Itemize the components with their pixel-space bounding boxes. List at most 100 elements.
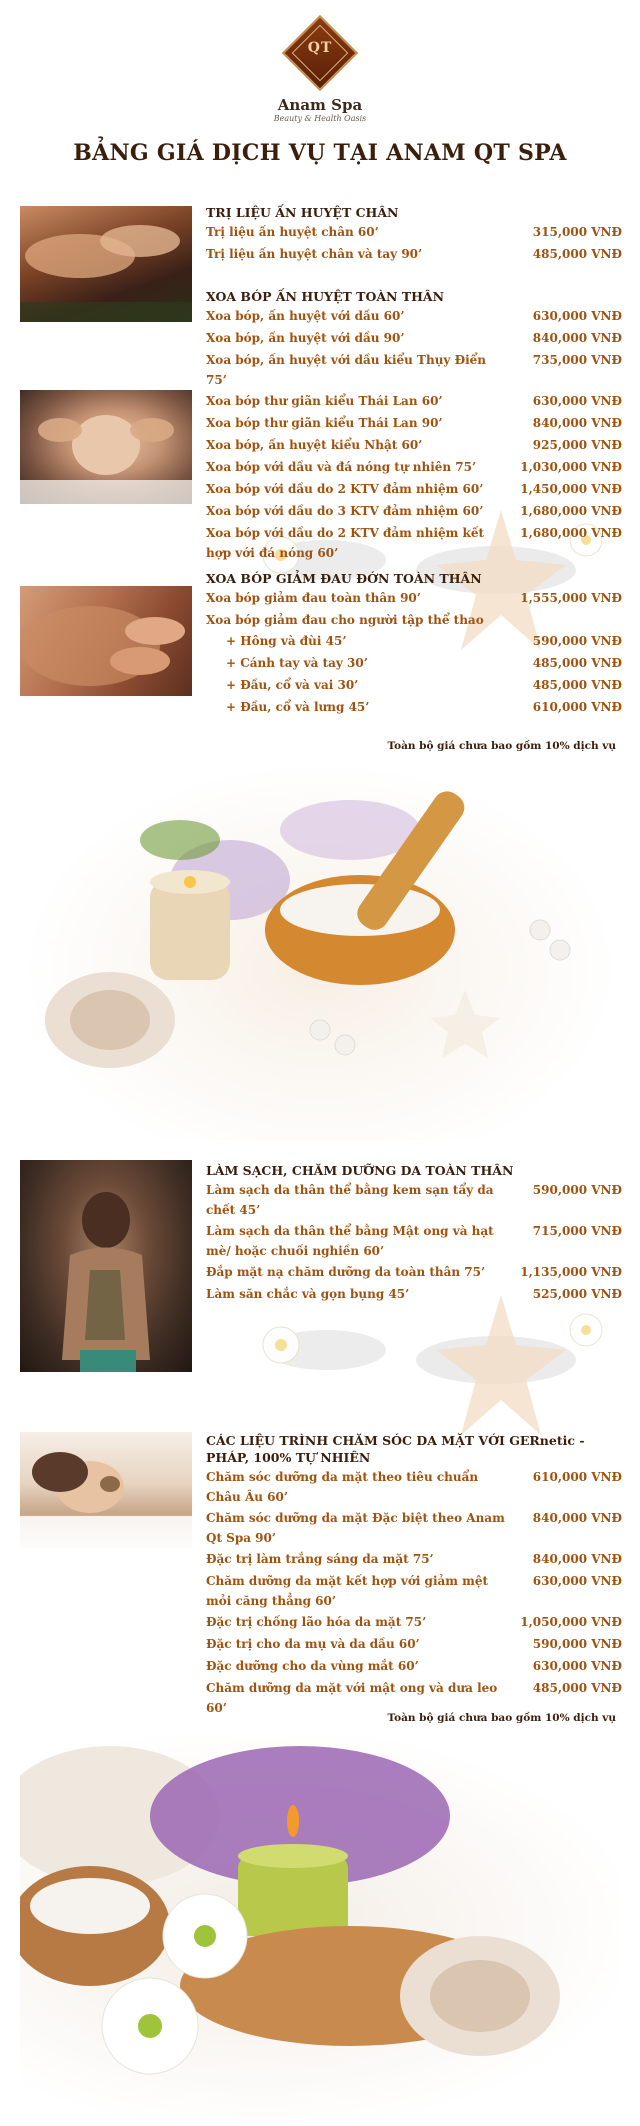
service-price: 840,000 VNĐ — [532, 1552, 622, 1566]
service-name: Xoa bóp, ấn huyệt với dầu 90’ — [206, 331, 405, 345]
service-price: 590,000 VNĐ — [532, 1183, 622, 1197]
price-row: Đắp mặt nạ chăm dưỡng da toàn thân 75’ 1,… — [206, 1261, 622, 1283]
service-price: 1,680,000 VNĐ — [520, 504, 622, 518]
service-price: 1,135,000 VNĐ — [520, 1265, 622, 1279]
service-name: Xoa bóp, ấn huyệt với dầu kiểu Thụy Điển… — [206, 353, 486, 387]
section-title: LÀM SẠCH, CHĂM DƯỠNG DA TOÀN THÂN — [206, 1163, 514, 1178]
brand-tagline: Beauty & Health Oasis — [273, 114, 367, 123]
section-facial-treatments: CÁC LIỆU TRÌNH CHĂM SÓC DA MẶT VỚI GERne… — [206, 1432, 622, 1718]
spa-still-life-photo-2 — [0, 1736, 620, 2122]
price-row: Làm sạch da thân thể bằng kem sạn tẩy da… — [206, 1179, 622, 1220]
service-name: Đặc trị làm trắng sáng da mặt 75’ — [206, 1552, 434, 1566]
service-name: Đặc trị cho da mụ và da dầu 60’ — [206, 1637, 420, 1651]
foot-massage-illustration — [20, 225, 192, 322]
body-scrub-photo — [20, 1160, 192, 1372]
price-row: Làm săn chắc và gọn bụng 45’ 525,000 VNĐ — [206, 1283, 622, 1305]
logo-text: QT — [307, 40, 333, 56]
service-name: Chăm dưỡng da mặt kết hợp với giảm mệt m… — [206, 1574, 489, 1608]
service-price: 1,555,000 VNĐ — [520, 591, 622, 605]
facial-care-photo — [20, 1432, 192, 1548]
face-massage-illustration — [20, 415, 192, 504]
service-price: 840,000 VNĐ — [532, 416, 622, 430]
brand-name: Anam Spa — [277, 96, 363, 114]
service-name: Chăm sóc dưỡng da mặt Đặc biệt theo Anam… — [206, 1511, 505, 1545]
body-scrub-illustration — [62, 1192, 150, 1372]
section-full-body-massage: XOA BÓP ẤN HUYỆT TOÀN THÂN Xoa bóp, ấn h… — [206, 288, 622, 563]
price-row: Chăm dưỡng da mặt kết hợp với giảm mệt m… — [206, 1570, 622, 1611]
service-name: Đặc trị chống lão hóa da mặt 75’ — [206, 1615, 427, 1629]
service-price: 485,000 VNĐ — [532, 1681, 622, 1695]
service-name: + Đầu, cổ và vai 30’ — [226, 678, 359, 692]
price-row: Xoa bóp giảm đau cho người tập thể thao — [206, 609, 622, 630]
service-price: 610,000 VNĐ — [532, 1470, 622, 1484]
price-row: Trị liệu ấn huyệt chân 60’ 315,000 VNĐ — [206, 221, 622, 243]
section-pain-relief-massage: XOA BÓP GIẢM ĐAU ĐỚN TOÀN THÂN Xoa bóp g… — [206, 570, 622, 718]
service-price: 485,000 VNĐ — [532, 247, 622, 261]
section-body-skin-care: LÀM SẠCH, CHĂM DƯỠNG DA TOÀN THÂN Làm sạ… — [206, 1162, 622, 1305]
service-name: Xoa bóp thư giãn kiểu Thái Lan 60’ — [206, 394, 443, 408]
service-price: 840,000 VNĐ — [532, 1511, 622, 1525]
face-massage-photo — [20, 390, 192, 504]
price-row: Xoa bóp với dầu và đá nóng tự nhiên 75’ 1… — [206, 456, 622, 478]
service-price: 315,000 VNĐ — [532, 225, 622, 239]
service-price: 715,000 VNĐ — [532, 1224, 622, 1238]
price-row: Xoa bóp với dầu do 3 KTV đảm nhiệm 60’ 1,… — [206, 500, 622, 522]
back-massage-illustration — [20, 606, 185, 686]
price-row: Đặc trị cho da mụ và da dầu 60’ 590,000 V… — [206, 1633, 622, 1655]
service-price: 590,000 VNĐ — [532, 634, 622, 648]
price-row: Xoa bóp thư giãn kiểu Thái Lan 90’ 840,00… — [206, 412, 622, 434]
service-name: Xoa bóp giảm đau cho người tập thể thao — [206, 613, 484, 627]
price-row: Đặc dưỡng cho da vùng mắt 60’ 630,000 VNĐ — [206, 1655, 622, 1677]
back-massage-photo — [20, 586, 192, 696]
service-name: Trị liệu ấn huyệt chân và tay 90’ — [206, 247, 423, 261]
service-price: 1,030,000 VNĐ — [520, 460, 622, 474]
spa-still-life-illustration-1 — [45, 791, 571, 1068]
service-name: Xoa bóp với dầu do 2 KTV đảm nhiệm 60’ — [206, 482, 484, 496]
price-row: Xoa bóp giảm đau toàn thân 90’ 1,555,000 … — [206, 587, 622, 609]
section-foot-reflexology: TRỊ LIỆU ẤN HUYỆT CHÂN Trị liệu ấn huyệt… — [206, 204, 622, 265]
service-name: Xoa bóp với dầu do 2 KTV đảm nhiệm kết h… — [206, 526, 485, 560]
service-name: Làm sạch da thân thể bằng kem sạn tẩy da… — [206, 1183, 494, 1217]
foot-massage-photo — [20, 206, 192, 322]
service-price: 925,000 VNĐ — [532, 438, 622, 452]
service-name: Làm sạch da thân thể bằng Mật ong và hạt… — [206, 1224, 494, 1258]
spa-still-life-photo-1 — [20, 760, 620, 1140]
price-row: + Đầu, cổ và vai 30’ 485,000 VNĐ — [206, 674, 622, 696]
starfish-shells-decoration-2 — [262, 1295, 603, 1435]
service-name: Xoa bóp, ấn huyệt với dầu 60’ — [206, 309, 405, 323]
service-name: Đặc dưỡng cho da vùng mắt 60’ — [206, 1659, 419, 1673]
service-price: 525,000 VNĐ — [532, 1287, 622, 1301]
service-price: 610,000 VNĐ — [532, 700, 622, 714]
price-row: Xoa bóp, ấn huyệt kiểu Nhật 60’ 925,000 V… — [206, 434, 622, 456]
service-name: Chăm sóc dưỡng da mặt theo tiêu chuẩn Ch… — [206, 1470, 479, 1504]
section-title: CÁC LIỆU TRÌNH CHĂM SÓC DA MẶT VỚI GERne… — [206, 1433, 585, 1465]
service-name: Xoa bóp thư giãn kiểu Thái Lan 90’ — [206, 416, 443, 430]
service-price: 735,000 VNĐ — [532, 353, 622, 367]
service-price: 485,000 VNĐ — [532, 656, 622, 670]
price-row: Xoa bóp với dầu do 2 KTV đảm nhiệm kết h… — [206, 522, 622, 563]
service-name: + Hông và đùi 45’ — [226, 634, 347, 648]
service-name: Xoa bóp với dầu do 3 KTV đảm nhiệm 60’ — [206, 504, 484, 518]
price-row: + Cánh tay và tay 30’ 485,000 VNĐ — [206, 652, 622, 674]
service-price: 630,000 VNĐ — [532, 1574, 622, 1588]
service-price: 630,000 VNĐ — [532, 394, 622, 408]
price-row: Xoa bóp, ấn huyệt với dầu kiểu Thụy Điển… — [206, 349, 622, 390]
service-price: 630,000 VNĐ — [532, 1659, 622, 1673]
section-title: XOA BÓP ẤN HUYỆT TOÀN THÂN — [206, 289, 445, 304]
service-name: + Cánh tay và tay 30’ — [226, 656, 368, 670]
service-price: 485,000 VNĐ — [532, 678, 622, 692]
service-price: 1,450,000 VNĐ — [520, 482, 622, 496]
service-name: + Đầu, cổ và lưng 45’ — [226, 700, 370, 714]
spa-still-life-illustration-2 — [0, 1746, 560, 2075]
price-row: Xoa bóp thư giãn kiểu Thái Lan 60’ 630,00… — [206, 390, 622, 412]
service-charge-note-2: Toàn bộ giá chưa bao gồm 10% dịch vụ — [387, 1712, 616, 1724]
page-title: BẢNG GIÁ DỊCH VỤ TẠI ANAM QT SPA — [73, 140, 567, 166]
price-row: Chăm sóc dưỡng da mặt theo tiêu chuẩn Ch… — [206, 1466, 622, 1507]
service-name: Làm săn chắc và gọn bụng 45’ — [206, 1287, 410, 1301]
price-row: Xoa bóp với dầu do 2 KTV đảm nhiệm 60’ 1,… — [206, 478, 622, 500]
service-name: Xoa bóp, ấn huyệt kiểu Nhật 60’ — [206, 438, 423, 452]
service-price: 1,050,000 VNĐ — [520, 1615, 622, 1629]
section-title: XOA BÓP GIẢM ĐAU ĐỚN TOÀN THÂN — [206, 571, 482, 586]
facial-care-illustration — [20, 1452, 192, 1548]
price-row: + Hông và đùi 45’ 590,000 VNĐ — [206, 630, 622, 652]
